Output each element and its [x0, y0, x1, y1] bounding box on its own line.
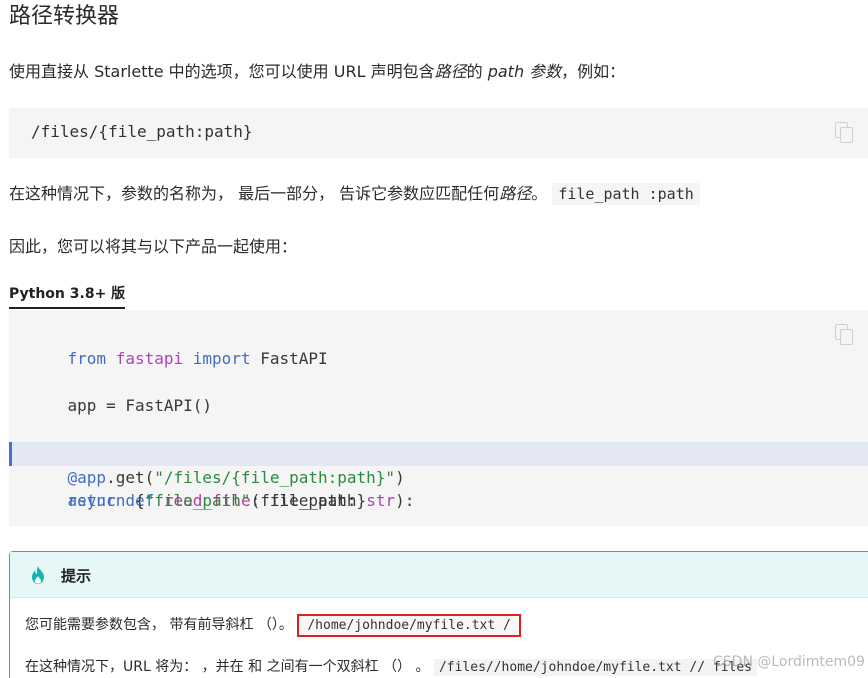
- intro-text-3: ，例如：: [561, 62, 626, 81]
- highlighted-path-code: /home/johndoe/myfile.txt /: [297, 614, 521, 637]
- tip-line-2-code: /files//home/johndoe/myfile.txt // files: [433, 659, 758, 676]
- tab-python-version[interactable]: Python 3.8+ 版: [9, 283, 126, 309]
- copy-icon[interactable]: [835, 324, 853, 346]
- intro-text-2: 的: [466, 62, 488, 81]
- explanation-em-path: 路径: [499, 184, 532, 203]
- intro-text-1: 使用直接从 Starlette 中的选项，您可以使用 URL 声明包含: [9, 62, 435, 81]
- explanation-text-2: 。: [531, 184, 548, 203]
- csdn-watermark: CSDN @Lordimtem09: [713, 654, 865, 670]
- tip-line-1-text: 您可能需要参数包含， 带有前导斜杠 （）。: [25, 617, 293, 633]
- code-line-return: return {"file_path": file_path}: [67, 491, 367, 510]
- code-block-python: from fastapi import FastAPI app = FastAP…: [9, 310, 868, 526]
- tip-line-2-text: 在这种情况下，URL 将为： ，并在 和 之间有一个双斜杠 （） 。: [25, 659, 430, 675]
- inline-code-file-path: file_path :path: [552, 183, 700, 205]
- intro-em-path-param: path 参数: [487, 62, 562, 81]
- flame-icon: [32, 566, 44, 584]
- intro-em-path: 路径: [434, 62, 467, 81]
- tip-title: 提示: [61, 567, 92, 585]
- explanation-paragraph: 在这种情况下，参数的名称为， 最后一部分， 告诉它参数应匹配任何路径。 file…: [9, 182, 700, 206]
- copy-icon[interactable]: [835, 122, 853, 144]
- page-title: 路径转换器: [9, 4, 120, 29]
- tip-header: 提示: [10, 552, 868, 598]
- code-path-text: /files/{file_path:path}: [31, 122, 253, 141]
- code-line-app: app = FastAPI(): [67, 396, 213, 415]
- code-block-path: /files/{file_path:path}: [9, 108, 868, 158]
- usage-paragraph: 因此，您可以将其与以下产品一起使用：: [9, 237, 298, 256]
- explanation-text-1: 在这种情况下，参数的名称为， 最后一部分， 告诉它参数应匹配任何: [9, 184, 500, 203]
- tip-line-1: 您可能需要参数包含， 带有前导斜杠 （）。 /home/johndoe/myfi…: [25, 614, 521, 637]
- tip-line-2: 在这种情况下，URL 将为： ，并在 和 之间有一个双斜杠 （） 。 /file…: [25, 656, 758, 676]
- intro-paragraph: 使用直接从 Starlette 中的选项，您可以使用 URL 声明包含路径的 p…: [9, 60, 625, 84]
